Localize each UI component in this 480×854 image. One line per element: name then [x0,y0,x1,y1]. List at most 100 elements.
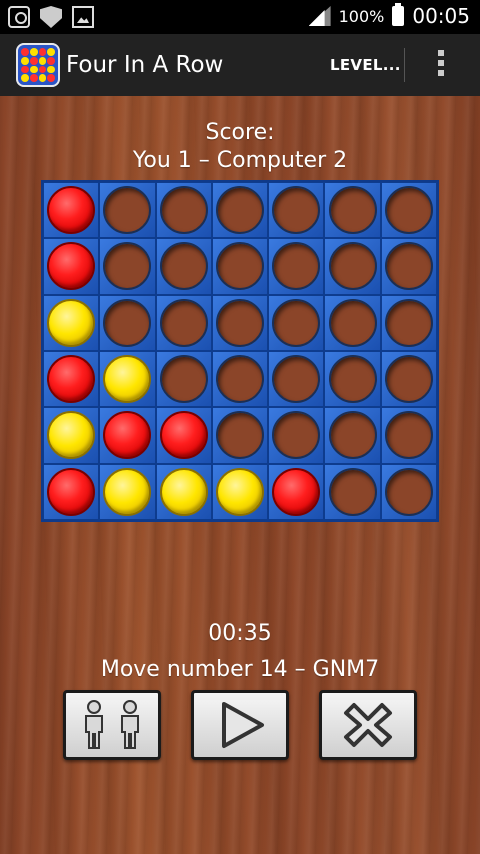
app-logo-icon [16,43,60,87]
game-board[interactable] [41,180,439,522]
yellow-disc [47,298,96,347]
battery-percent: 100% [338,6,385,26]
empty-slot [328,355,377,404]
board-cell[interactable] [99,294,156,351]
close-button[interactable] [319,690,417,760]
board-cell[interactable] [155,294,212,351]
yellow-disc [103,467,152,516]
board-cell[interactable] [155,350,212,408]
board-cell[interactable] [324,350,381,408]
yellow-disc [215,467,264,516]
board-cell[interactable] [155,407,212,464]
board-cell[interactable] [268,463,325,520]
close-icon [344,703,392,747]
board-cell[interactable] [43,463,100,520]
board-cell[interactable] [43,350,100,408]
board-cell[interactable] [99,238,156,295]
empty-slot [103,242,152,291]
empty-slot [272,355,321,404]
two-players-button[interactable] [63,690,161,760]
signal-icon [309,6,331,26]
board-cell[interactable] [211,350,269,408]
status-bar: 100% 00:05 [0,0,480,34]
empty-slot [384,355,433,404]
status-clock: 00:05 [412,4,470,28]
empty-slot [328,242,377,291]
notification-app-icon [8,6,30,28]
empty-slot [384,411,433,460]
empty-slot [328,186,377,235]
play-button[interactable] [191,690,289,760]
board-cell[interactable] [99,350,156,408]
score-label: Score: [205,120,275,145]
board-cell[interactable] [155,182,212,239]
yellow-disc [159,467,208,516]
overflow-menu-icon[interactable] [436,50,446,80]
board-cell[interactable] [380,182,437,239]
gallery-icon [72,6,94,28]
board-cell[interactable] [211,238,269,295]
action-bar-divider [404,48,405,82]
move-number: Move number 14 – GNM7 [100,657,380,682]
empty-slot [215,298,264,347]
two-players-icon [85,700,139,749]
board-cell[interactable] [43,407,100,464]
board-cell[interactable] [380,294,437,351]
game-timer: 00:35 [208,621,272,646]
red-disc [159,411,208,460]
board-cell[interactable] [324,294,381,351]
board-cell[interactable] [211,182,269,239]
board-cell[interactable] [380,463,437,520]
board-cell[interactable] [43,238,100,295]
empty-slot [272,298,321,347]
board-cell[interactable] [380,238,437,295]
board-cell[interactable] [324,463,381,520]
board-cell[interactable] [43,182,100,239]
board-cell[interactable] [99,407,156,464]
board-cell[interactable] [268,350,325,408]
board-cell[interactable] [324,182,381,239]
board-cell[interactable] [268,294,325,351]
empty-slot [384,186,433,235]
empty-slot [159,298,208,347]
board-cell[interactable] [99,463,156,520]
board-cell[interactable] [324,238,381,295]
level-button[interactable]: LEVEL... [330,56,401,74]
board-cell[interactable] [268,238,325,295]
empty-slot [272,242,321,291]
empty-slot [384,298,433,347]
battery-icon [392,3,405,26]
empty-slot [384,467,433,516]
empty-slot [159,355,208,404]
empty-slot [103,186,152,235]
empty-slot [159,186,208,235]
score-value: You 1 – Computer 2 [132,148,348,173]
empty-slot [215,242,264,291]
empty-slot [272,186,321,235]
red-disc [47,355,96,404]
empty-slot [159,242,208,291]
red-disc [103,411,152,460]
board-cell[interactable] [155,238,212,295]
board-cell[interactable] [268,182,325,239]
yellow-disc [47,411,96,460]
board-cell[interactable] [43,294,100,351]
board-cell[interactable] [380,407,437,464]
empty-slot [215,411,264,460]
action-bar: Four In A Row LEVEL... [0,34,480,98]
app-title: Four In A Row [66,52,224,78]
empty-slot [328,411,377,460]
empty-slot [215,186,264,235]
board-cell[interactable] [268,407,325,464]
yellow-disc [103,355,152,404]
board-cell[interactable] [211,294,269,351]
board-cell[interactable] [380,350,437,408]
board-cell[interactable] [211,407,269,464]
board-cell[interactable] [155,463,212,520]
empty-slot [215,355,264,404]
board-cell[interactable] [99,182,156,239]
empty-slot [328,298,377,347]
board-cell[interactable] [211,463,269,520]
board-cell[interactable] [324,407,381,464]
empty-slot [384,242,433,291]
